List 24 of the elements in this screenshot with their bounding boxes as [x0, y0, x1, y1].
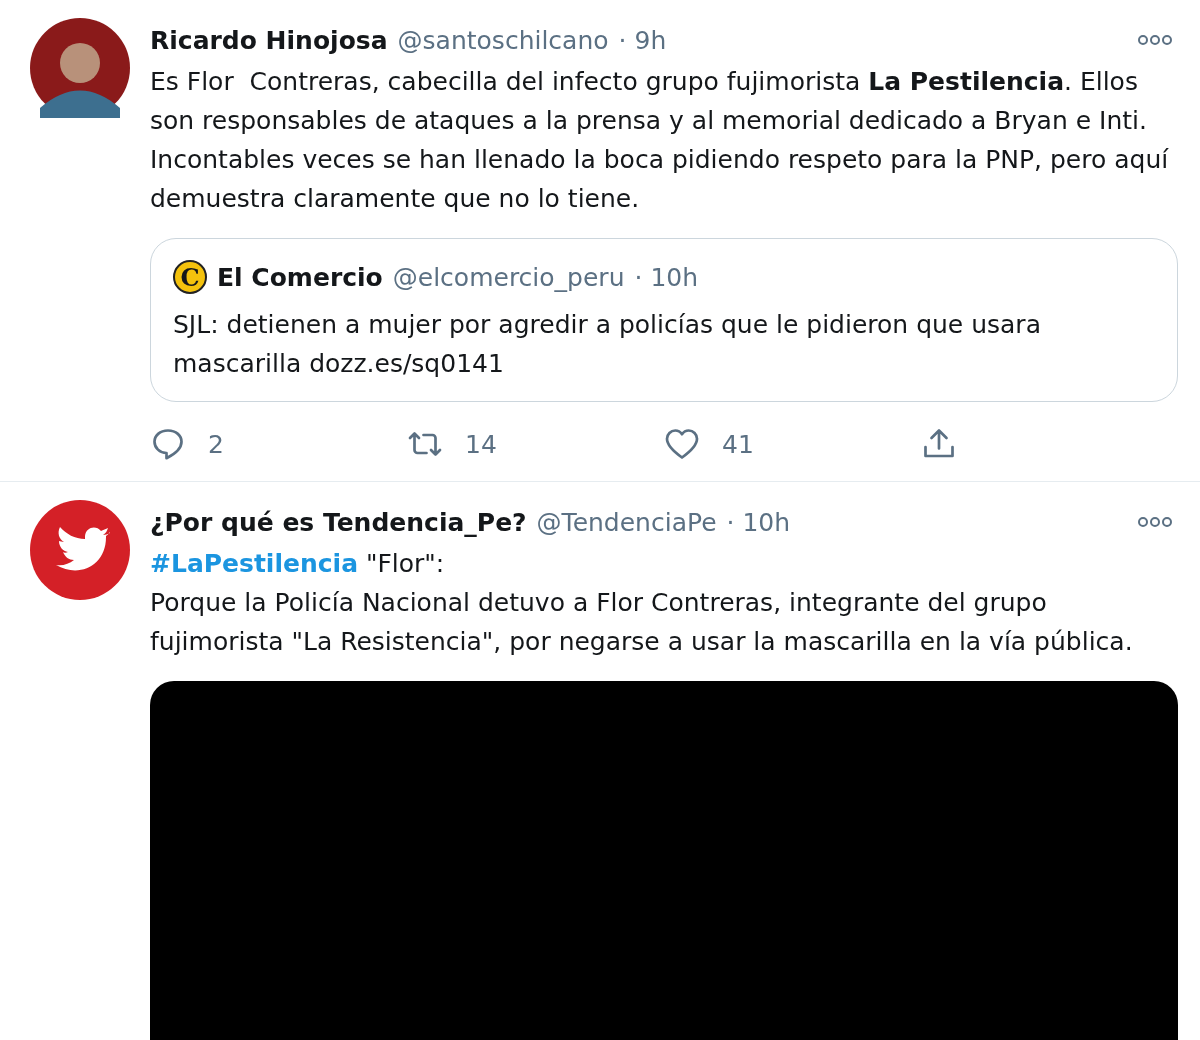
more-icon[interactable]: [1138, 516, 1172, 528]
action-count: 2: [208, 429, 224, 459]
action-count: 41: [722, 429, 754, 459]
tweet-text: #LaPestilencia "Flor": Porque la Policía Nacional detuvo a Flor Contreras, integrante del grupo fujimorista "La Resistencia", por negarse a usar la mascarilla en la vía pública.: [150, 548, 1134, 658]
user-handle[interactable]: @TendenciaPe: [536, 507, 717, 537]
user-name: El Comercio: [217, 262, 383, 292]
avatar-icon[interactable]: [30, 18, 130, 118]
avatar-icon[interactable]: [30, 500, 130, 600]
tweet-text: Es Flor Contreras, cabecilla del infecto grupo fujimorista La Pestilencia. Ellos son responsables de ataques a la prensa y al memorial dedicado a Bryan e Inti. Incontables veces se han llenado la boca pidiendo respeto para la PNP, pero aquí demuestra claramente que no lo tiene.: [150, 66, 1170, 215]
logo-icon: C: [173, 260, 207, 294]
more-icon[interactable]: [1138, 34, 1172, 46]
timestamp[interactable]: · 10h: [726, 507, 791, 537]
user-handle: @elcomercio_peru: [392, 262, 625, 292]
action-count: 14: [465, 429, 497, 459]
user-handle[interactable]: @santoschilcano: [397, 25, 609, 55]
timestamp[interactable]: · 9h: [618, 25, 667, 55]
quoted-tweet-card[interactable]: C El Comercio @elcomercio_peru · 10h SJL: detienen a mujer por agredir a policías que le pidieron que usara mascarilla dozz.es/sq0141: [150, 238, 1178, 402]
quoted-tweet-text: SJL: detienen a mujer por agredir a policías que le pidieron que usara mascarilla dozz.es/sq0141: [173, 309, 1042, 380]
user-name[interactable]: Ricardo Hinojosa: [150, 25, 388, 55]
reply-icon[interactable]: [150, 426, 186, 462]
heart-icon[interactable]: [664, 426, 700, 462]
timestamp: · 10h: [634, 262, 699, 292]
hashtag-link[interactable]: #LaPestilencia: [150, 549, 358, 578]
user-name[interactable]: ¿Por qué es Tendencia_Pe?: [150, 507, 527, 537]
